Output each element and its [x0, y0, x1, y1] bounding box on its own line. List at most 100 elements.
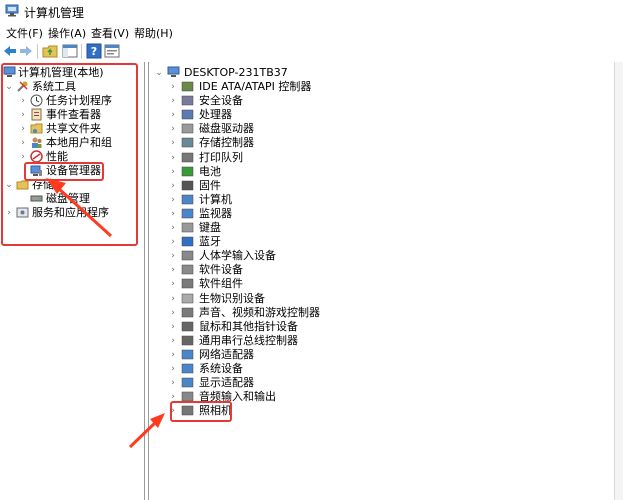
hid-icon [181, 250, 194, 261]
device-category-label: 软件组件 [199, 277, 243, 291]
menu-help[interactable]: 帮助(H) [134, 25, 173, 41]
chevron-right-icon[interactable]: › [168, 122, 178, 136]
device-category-label: 监视器 [199, 206, 232, 220]
device-category-label: 鼠标和其他指针设备 [199, 319, 298, 333]
monitor-icon [181, 208, 194, 219]
device-category-item[interactable]: › 系统设备 [149, 362, 609, 376]
device-category-label: 计算机 [199, 192, 232, 206]
battery-icon [181, 166, 194, 176]
device-category-item[interactable]: › 声音、视频和游戏控制器 [149, 306, 609, 320]
highlight-box-device-manager [24, 162, 104, 181]
device-tree-pane: ⌄ DESKTOP-231TB37 › IDE ATA/ATAPI 控制器 › 安全设… [148, 62, 615, 500]
device-category-item[interactable]: › 存储控制器 [149, 136, 609, 150]
device-category-item[interactable]: › 生物识别设备 [149, 292, 609, 306]
chevron-right-icon[interactable]: › [168, 292, 178, 306]
device-category-item[interactable]: › 计算机 [149, 193, 609, 207]
processor-icon [181, 109, 194, 120]
security-device-icon [181, 95, 194, 106]
chevron-right-icon[interactable]: › [168, 320, 178, 334]
device-category-item[interactable]: › 打印队列 [149, 151, 609, 165]
device-category-label: 打印队列 [199, 150, 243, 164]
folder-up-icon[interactable] [42, 43, 58, 59]
chevron-right-icon[interactable]: › [168, 94, 178, 108]
chevron-right-icon[interactable]: › [168, 179, 178, 193]
device-category-label: 网络适配器 [199, 347, 254, 361]
computer-icon [181, 194, 194, 205]
chevron-right-icon[interactable]: › [168, 165, 178, 179]
chevron-right-icon[interactable]: › [168, 334, 178, 348]
biometric-icon [181, 293, 194, 303]
device-tree-root[interactable]: ⌄ DESKTOP-231TB37 [149, 66, 609, 80]
storage-controller-icon [181, 138, 194, 148]
sound-icon [181, 307, 194, 317]
device-category-item[interactable]: › 鼠标和其他指针设备 [149, 320, 609, 334]
device-category-item[interactable]: › 监视器 [149, 207, 609, 221]
chevron-right-icon[interactable]: › [168, 207, 178, 221]
help-icon[interactable]: ? [86, 43, 102, 59]
device-category-label: 处理器 [199, 108, 232, 122]
device-category-label: 显示适配器 [199, 376, 254, 390]
menu-file[interactable]: 文件(F) [6, 25, 43, 41]
device-category-item[interactable]: › 网络适配器 [149, 348, 609, 362]
chevron-right-icon[interactable]: › [168, 376, 178, 390]
toolbar: ? [0, 42, 623, 62]
menu-action[interactable]: 操作(A) [48, 25, 86, 41]
device-category-item[interactable]: › IDE ATA/ATAPI 控制器 [149, 80, 609, 94]
device-category-label: 磁盘驱动器 [199, 122, 254, 136]
system-device-icon [181, 363, 194, 374]
forward-arrow-icon[interactable] [18, 43, 34, 59]
highlight-box-camera [170, 401, 232, 422]
chevron-right-icon[interactable]: › [168, 277, 178, 291]
disk-drive-icon [181, 124, 194, 134]
menu-view[interactable]: 查看(V) [91, 25, 129, 41]
device-category-label: 系统设备 [199, 362, 243, 375]
device-category-label: 通用串行总线控制器 [199, 333, 298, 347]
device-category-label: 生物识别设备 [199, 291, 265, 305]
svg-text:?: ? [91, 45, 97, 58]
firmware-icon [181, 180, 194, 190]
device-category-item[interactable]: › 软件组件 [149, 277, 609, 291]
chevron-right-icon[interactable]: › [168, 136, 178, 150]
chevron-right-icon[interactable]: › [168, 221, 178, 235]
properties-icon[interactable] [104, 43, 120, 59]
chevron-right-icon[interactable]: › [168, 249, 178, 263]
device-category-label: 固件 [199, 178, 221, 192]
device-category-label: 安全设备 [199, 94, 243, 108]
device-category-item[interactable]: › 固件 [149, 179, 609, 193]
chevron-right-icon[interactable]: › [168, 348, 178, 362]
show-hide-tree-icon[interactable] [62, 43, 78, 59]
back-arrow-icon[interactable] [2, 43, 18, 59]
device-category-item[interactable]: › 人体学输入设备 [149, 249, 609, 263]
chevron-right-icon[interactable]: › [168, 263, 178, 277]
usb-icon [181, 335, 194, 346]
device-category-item[interactable]: › 通用串行总线控制器 [149, 334, 609, 348]
device-category-item[interactable]: › 软件设备 [149, 263, 609, 277]
chevron-right-icon[interactable]: › [168, 306, 178, 320]
device-category-item[interactable]: › 磁盘驱动器 [149, 122, 609, 136]
device-category-item[interactable]: › 安全设备 [149, 94, 609, 108]
display-adapter-icon [181, 377, 194, 388]
device-category-item[interactable]: › 蓝牙 [149, 235, 609, 249]
chevron-right-icon[interactable]: › [168, 193, 178, 207]
title-bar: 计算机管理 [0, 0, 623, 22]
chevron-right-icon[interactable]: › [168, 151, 178, 165]
chevron-right-icon[interactable]: › [168, 362, 178, 376]
device-category-item[interactable]: › 显示适配器 [149, 376, 609, 390]
scrollbar[interactable] [614, 62, 623, 500]
chevron-down-icon[interactable]: ⌄ [154, 66, 164, 80]
device-category-label: 键盘 [199, 221, 221, 234]
device-category-item[interactable]: › 键盘 [149, 221, 609, 235]
chevron-right-icon[interactable]: › [168, 80, 178, 94]
highlight-box-left-tree [1, 63, 138, 246]
chevron-right-icon[interactable]: › [168, 108, 178, 122]
keyboard-icon [181, 222, 194, 233]
device-category-item[interactable]: › 处理器 [149, 108, 609, 122]
mouse-icon [181, 321, 194, 331]
chevron-right-icon[interactable]: › [168, 235, 178, 249]
menu-bar: 文件(F) 操作(A) 查看(V) 帮助(H) [0, 24, 623, 42]
bluetooth-icon [181, 236, 194, 247]
device-category-item[interactable]: › 电池 [149, 165, 609, 179]
ide-controller-icon [181, 81, 194, 92]
device-category-label: 电池 [199, 164, 221, 178]
device-category-label: 人体学输入设备 [199, 249, 276, 263]
